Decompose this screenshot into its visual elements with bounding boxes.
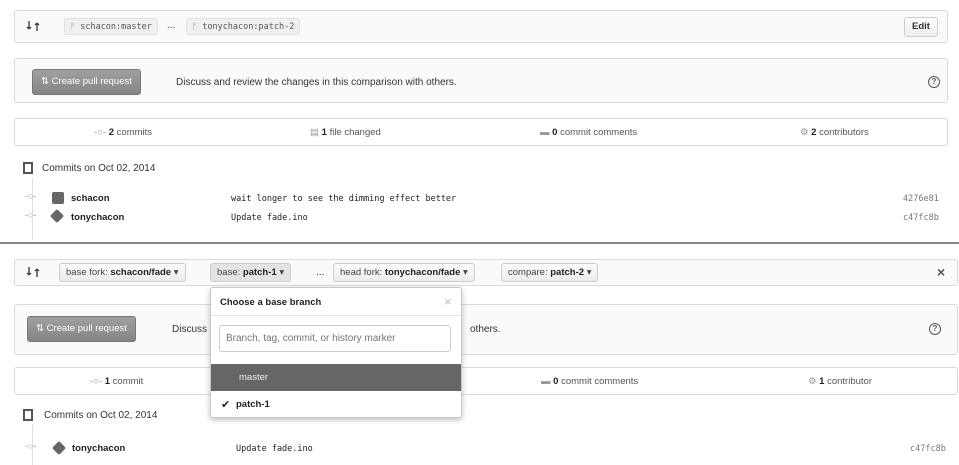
- stat-comments[interactable]: ▬ 0 commit comments: [540, 127, 637, 138]
- help-icon[interactable]: ?: [929, 323, 941, 335]
- dropdown-item-label: patch-1: [236, 399, 270, 410]
- discuss-text: Discuss and review the changes in this c…: [176, 77, 457, 88]
- contributors-icon: ⚙: [808, 376, 820, 387]
- help-icon[interactable]: ?: [928, 76, 940, 88]
- check-icon: ✔: [221, 399, 231, 411]
- base-fork-selector[interactable]: base fork: schacon/fade ▾: [59, 263, 186, 282]
- discuss-text-start: Discuss: [172, 324, 208, 335]
- stat-comments[interactable]: ▬ 0 commit comments: [541, 376, 638, 387]
- dropdown-item-label: master: [239, 372, 269, 383]
- commits-date-header: Commits on Oct 02, 2014: [42, 163, 156, 174]
- base-branch-dropdown: Choose a base branch × master ✔ patch-1: [210, 287, 462, 418]
- create-pull-request-button[interactable]: ⇅ Create pull request: [27, 316, 136, 342]
- compare-icon: [26, 265, 40, 282]
- create-pr-label: Create pull request: [46, 323, 127, 334]
- comment-icon: ▬: [541, 376, 554, 387]
- stat-commits[interactable]: -○- 1 commit: [90, 376, 143, 387]
- head-ref-pill[interactable]: ᚠ tonychacon:patch-2: [186, 18, 301, 35]
- avatar: [49, 208, 65, 224]
- commit-message[interactable]: wait longer to see the dimming effect be…: [231, 194, 456, 204]
- commit-author[interactable]: schacon: [71, 193, 110, 204]
- section-divider: [0, 242, 959, 244]
- commit-author[interactable]: tonychacon: [71, 212, 124, 223]
- caret-down-icon: ▾: [463, 267, 468, 278]
- dropdown-item-patch-1[interactable]: ✔ patch-1: [211, 391, 461, 418]
- branch-filter-input[interactable]: [219, 325, 451, 352]
- dropdown-header-divider: [211, 315, 461, 316]
- commit-dot-icon: -○-: [25, 441, 37, 451]
- stat-files[interactable]: ▤ 1 file changed: [310, 127, 381, 138]
- contributors-icon: ⚙: [800, 127, 812, 138]
- create-pr-label: Create pull request: [51, 76, 132, 87]
- base-branch-selector[interactable]: base: patch-1 ▾: [210, 263, 292, 282]
- compare-branch-selector[interactable]: compare: patch-2 ▾: [501, 263, 599, 282]
- discuss-text-end: others.: [470, 324, 501, 335]
- stat-commits[interactable]: -○- 2 commits: [94, 127, 152, 138]
- edit-button[interactable]: Edit: [904, 17, 938, 37]
- head-fork-selector[interactable]: head fork: tonychacon/fade ▾: [333, 263, 475, 282]
- file-diff-icon: ▤: [310, 127, 322, 138]
- commit-dot-icon: -○-: [25, 191, 37, 201]
- pull-request-icon: ⇅: [41, 76, 52, 87]
- commit-message[interactable]: Update fade.ino: [231, 213, 308, 223]
- commit-icon: -○-: [90, 376, 105, 387]
- avatar: [52, 192, 64, 204]
- pull-request-icon: ⇅: [36, 323, 47, 334]
- commit-dot-icon: -○-: [25, 210, 37, 220]
- commit-sha[interactable]: 4276e81: [903, 194, 939, 204]
- caret-down-icon: ▾: [279, 267, 285, 278]
- head-ref-label: tonychacon:patch-2: [202, 22, 295, 32]
- commit-sha[interactable]: c47fc8b: [910, 444, 946, 454]
- caret-down-icon: ▾: [173, 267, 179, 278]
- stat-contributors[interactable]: ⚙ 2 contributors: [800, 127, 869, 138]
- timeline-line: [32, 178, 33, 240]
- commit-sha[interactable]: c47fc8b: [903, 213, 939, 223]
- commit-author[interactable]: tonychacon: [72, 443, 125, 454]
- commits-date-header: Commits on Oct 02, 2014: [44, 410, 158, 421]
- commit-icon: -○-: [94, 127, 109, 138]
- range-ellipsis: ...: [167, 20, 176, 31]
- repo-icon: [22, 408, 34, 425]
- dropdown-title: Choose a base branch: [220, 297, 322, 308]
- repo-icon: [22, 161, 34, 178]
- stat-contributors[interactable]: ⚙ 1 contributor: [808, 376, 872, 387]
- top-create-pr-bar: [14, 58, 948, 103]
- base-ref-pill[interactable]: ᚠ schacon:master: [64, 18, 158, 35]
- close-icon[interactable]: ×: [937, 264, 945, 280]
- avatar: [51, 440, 67, 456]
- range-ellipsis: ...: [316, 267, 325, 278]
- close-icon[interactable]: ×: [444, 294, 452, 309]
- base-ref-label: schacon:master: [80, 22, 152, 32]
- compare-icon: [26, 19, 40, 36]
- caret-down-icon: ▾: [586, 267, 592, 278]
- dropdown-item-master[interactable]: master: [211, 364, 461, 391]
- commit-message[interactable]: Update fade.ino: [236, 444, 313, 454]
- comment-icon: ▬: [540, 127, 553, 138]
- branch-icon: ᚠ: [70, 22, 81, 32]
- create-pull-request-button[interactable]: ⇅ Create pull request: [32, 69, 141, 95]
- branch-icon: ᚠ: [192, 22, 203, 32]
